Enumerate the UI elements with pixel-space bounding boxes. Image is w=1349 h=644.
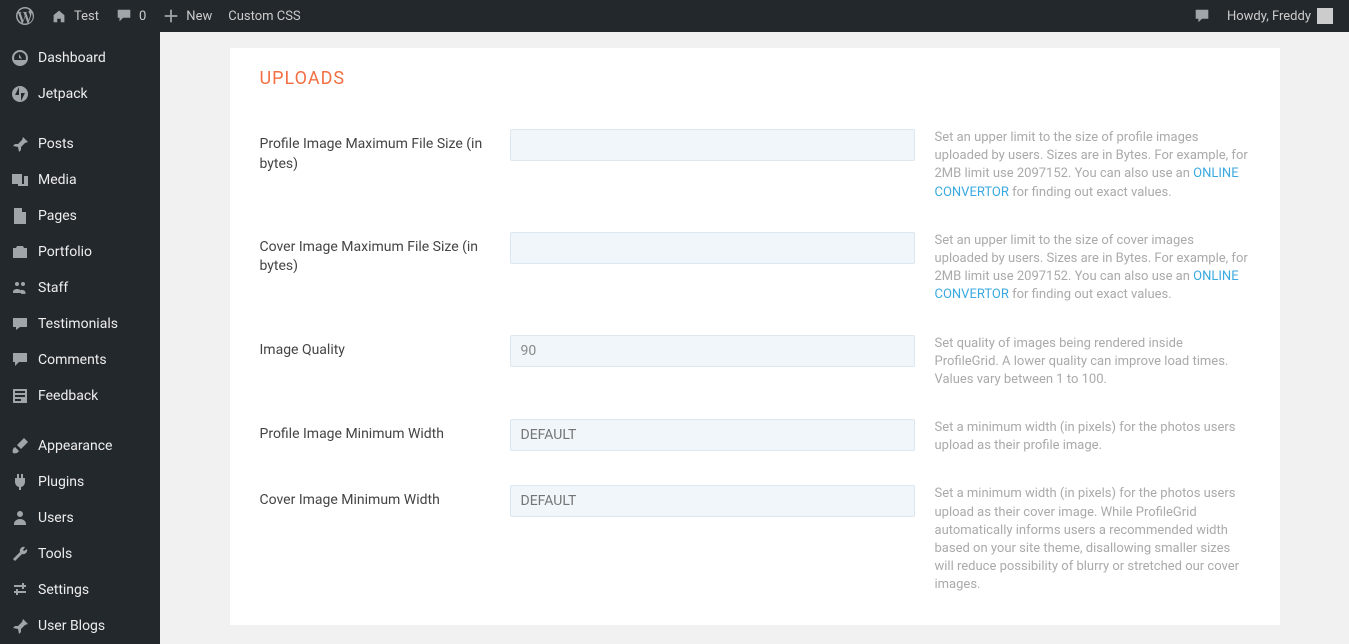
new-label: New xyxy=(186,9,212,24)
wp-logo[interactable] xyxy=(8,0,42,32)
sidebar-item-label: Testimonials xyxy=(38,316,118,332)
testimonial-icon xyxy=(10,314,30,334)
settings-icon xyxy=(10,580,30,600)
pin-icon xyxy=(10,134,30,154)
sidebar-item-label: Jetpack xyxy=(38,86,88,102)
field-label: Profile Image Maximum File Size (in byte… xyxy=(260,129,490,174)
brush-icon xyxy=(10,436,30,456)
custom-css-label: Custom CSS xyxy=(228,9,300,24)
feedback-icon xyxy=(10,386,30,406)
field-profile-max-size: Profile Image Maximum File Size (in byte… xyxy=(260,129,1250,202)
field-profile-min-width: Profile Image Minimum Width Set a minimu… xyxy=(260,419,1250,455)
page-title: UPLOADS xyxy=(260,68,1250,89)
settings-card: UPLOADS Profile Image Maximum File Size … xyxy=(230,48,1280,625)
site-name: Test xyxy=(74,9,99,24)
pin-icon xyxy=(10,616,30,636)
dashboard-icon xyxy=(10,48,30,68)
media-icon xyxy=(10,170,30,190)
comment-icon xyxy=(10,350,30,370)
sidebar-item-appearance[interactable]: Appearance xyxy=(0,428,160,464)
sidebar-item-jetpack[interactable]: Jetpack xyxy=(0,76,160,112)
jetpack-icon xyxy=(10,84,30,104)
sidebar-item-plugins[interactable]: Plugins xyxy=(0,464,160,500)
comments-count: 0 xyxy=(139,9,146,24)
sidebar-item-tools[interactable]: Tools xyxy=(0,536,160,572)
profile-max-size-input[interactable] xyxy=(510,129,915,161)
page-icon xyxy=(10,206,30,226)
sidebar-item-testimonials[interactable]: Testimonials xyxy=(0,306,160,342)
field-label: Profile Image Minimum Width xyxy=(260,419,490,445)
sidebar-item-label: Appearance xyxy=(38,438,112,454)
sidebar-item-label: Tools xyxy=(38,546,72,562)
field-label: Cover Image Minimum Width xyxy=(260,485,490,511)
plug-icon xyxy=(10,472,30,492)
field-help: Set an upper limit to the size of profil… xyxy=(935,129,1250,202)
site-home-link[interactable]: Test xyxy=(42,0,107,32)
sidebar-item-label: Users xyxy=(38,510,74,526)
cover-min-width-input[interactable] xyxy=(510,485,915,517)
sidebar-item-label: Posts xyxy=(38,136,74,152)
sidebar-item-label: Feedback xyxy=(38,388,98,404)
sidebar-item-settings[interactable]: Settings xyxy=(0,572,160,608)
sidebar-item-comments[interactable]: Comments xyxy=(0,342,160,378)
field-cover-max-size: Cover Image Maximum File Size (in bytes)… xyxy=(260,232,1250,305)
custom-css-link[interactable]: Custom CSS xyxy=(220,0,308,32)
field-image-quality: Image Quality Set quality of images bein… xyxy=(260,335,1250,390)
user-icon xyxy=(10,508,30,528)
comments-link[interactable]: 0 xyxy=(107,0,154,32)
avatar xyxy=(1317,8,1333,24)
home-icon xyxy=(50,7,68,25)
alert-icon-item[interactable] xyxy=(1185,0,1219,32)
card-divider xyxy=(230,625,1280,631)
plus-icon xyxy=(162,7,180,25)
sidebar-item-label: Portfolio xyxy=(38,244,92,260)
field-help: Set a minimum width (in pixels) for the … xyxy=(935,485,1250,594)
comment-icon xyxy=(115,7,133,25)
content-area: UPLOADS Profile Image Maximum File Size … xyxy=(160,32,1349,644)
sidebar-item-pages[interactable]: Pages xyxy=(0,198,160,234)
field-help: Set quality of images being rendered ins… xyxy=(935,335,1250,390)
howdy-user: Freddy xyxy=(1272,9,1311,24)
admin-sidebar: Dashboard Jetpack Posts Media Pages Port… xyxy=(0,32,160,644)
sidebar-item-portfolio[interactable]: Portfolio xyxy=(0,234,160,270)
chat-bubble-icon xyxy=(1193,7,1211,25)
sidebar-item-label: Media xyxy=(38,172,77,188)
sidebar-item-label: Dashboard xyxy=(38,50,106,66)
group-icon xyxy=(10,278,30,298)
sidebar-item-label: Comments xyxy=(38,352,107,368)
wrench-icon xyxy=(10,544,30,564)
sidebar-item-label: Pages xyxy=(38,208,77,224)
image-quality-input[interactable] xyxy=(510,335,915,367)
sidebar-item-user-blogs[interactable]: User Blogs xyxy=(0,608,160,644)
cover-max-size-input[interactable] xyxy=(510,232,915,264)
sidebar-item-label: Settings xyxy=(38,582,89,598)
admin-bar: Test 0 New Custom CSS Howdy, Freddy xyxy=(0,0,1349,32)
field-cover-min-width: Cover Image Minimum Width Set a minimum … xyxy=(260,485,1250,594)
sidebar-item-label: Plugins xyxy=(38,474,84,490)
sidebar-item-feedback[interactable]: Feedback xyxy=(0,378,160,414)
field-label: Image Quality xyxy=(260,335,490,361)
sidebar-item-dashboard[interactable]: Dashboard xyxy=(0,40,160,76)
sidebar-item-label: User Blogs xyxy=(38,618,105,634)
field-label: Cover Image Maximum File Size (in bytes) xyxy=(260,232,490,277)
howdy-prefix: Howdy, xyxy=(1227,9,1272,24)
sidebar-item-posts[interactable]: Posts xyxy=(0,126,160,162)
sidebar-item-label: Staff xyxy=(38,280,68,296)
field-help: Set a minimum width (in pixels) for the … xyxy=(935,419,1250,455)
howdy-account[interactable]: Howdy, Freddy xyxy=(1219,0,1341,32)
sidebar-item-users[interactable]: Users xyxy=(0,500,160,536)
sidebar-item-staff[interactable]: Staff xyxy=(0,270,160,306)
profile-min-width-input[interactable] xyxy=(510,419,915,451)
sidebar-item-media[interactable]: Media xyxy=(0,162,160,198)
field-help: Set an upper limit to the size of cover … xyxy=(935,232,1250,305)
portfolio-icon xyxy=(10,242,30,262)
new-content-link[interactable]: New xyxy=(154,0,220,32)
